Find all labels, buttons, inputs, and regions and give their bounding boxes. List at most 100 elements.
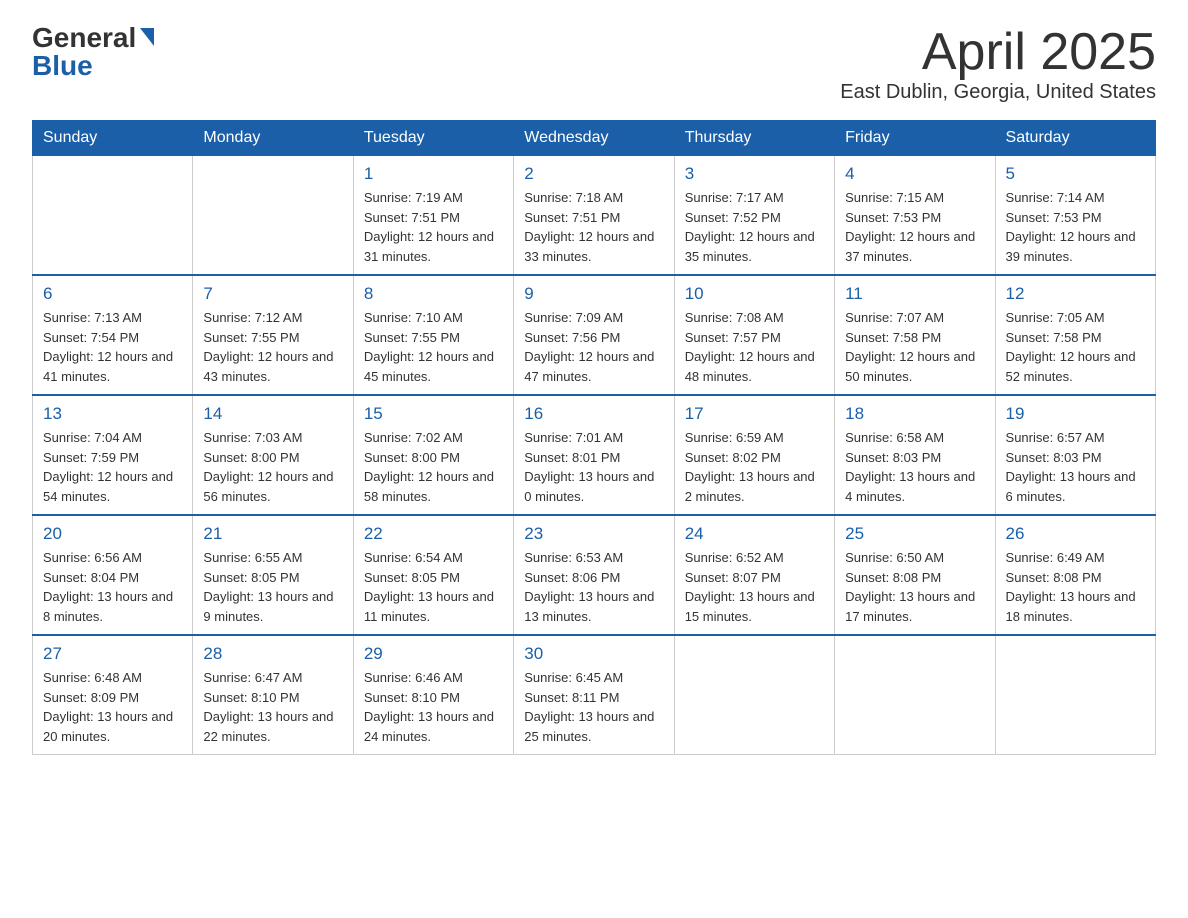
calendar-cell: 14 Sunrise: 7:03 AMSunset: 8:00 PMDayligh… — [193, 395, 353, 515]
calendar-cell — [674, 635, 834, 755]
day-info: Sunrise: 6:58 AMSunset: 8:03 PMDaylight:… — [845, 428, 984, 506]
day-info: Sunrise: 6:57 AMSunset: 8:03 PMDaylight:… — [1006, 428, 1145, 506]
day-info: Sunrise: 7:12 AMSunset: 7:55 PMDaylight:… — [203, 308, 342, 386]
calendar-cell: 8Sunrise: 7:10 AMSunset: 7:55 PMDaylight… — [353, 275, 513, 395]
calendar-header-saturday: Saturday — [995, 121, 1155, 156]
day-info: Sunrise: 6:59 AMSunset: 8:02 PMDaylight:… — [685, 428, 824, 506]
calendar-week-row: 13 Sunrise: 7:04 AMSunset: 7:59 PMDayligh… — [33, 395, 1156, 515]
calendar-cell: 18 Sunrise: 6:58 AMSunset: 8:03 PMDayligh… — [835, 395, 995, 515]
calendar-cell: 10 Sunrise: 7:08 AMSunset: 7:57 PMDayligh… — [674, 275, 834, 395]
day-info: Sunrise: 7:17 AMSunset: 7:52 PMDaylight:… — [685, 188, 824, 266]
calendar-cell — [835, 635, 995, 755]
calendar-cell: 20 Sunrise: 6:56 AMSunset: 8:04 PMDayligh… — [33, 515, 193, 635]
calendar-cell: 26 Sunrise: 6:49 AMSunset: 8:08 PMDayligh… — [995, 515, 1155, 635]
day-info: Sunrise: 6:50 AMSunset: 8:08 PMDaylight:… — [845, 548, 984, 626]
day-number: 26 — [1006, 524, 1145, 544]
day-number: 18 — [845, 404, 984, 424]
day-info: Sunrise: 7:18 AMSunset: 7:51 PMDaylight:… — [524, 188, 663, 266]
day-number: 3 — [685, 164, 824, 184]
calendar-header-sunday: Sunday — [33, 121, 193, 156]
day-number: 28 — [203, 644, 342, 664]
calendar-cell: 6 Sunrise: 7:13 AMSunset: 7:54 PMDaylight… — [33, 275, 193, 395]
day-number: 4 — [845, 164, 984, 184]
day-number: 20 — [43, 524, 182, 544]
day-number: 5 — [1006, 164, 1145, 184]
day-info: Sunrise: 7:13 AMSunset: 7:54 PMDaylight:… — [43, 308, 182, 386]
day-info: Sunrise: 7:02 AMSunset: 8:00 PMDaylight:… — [364, 428, 503, 506]
day-info: Sunrise: 6:52 AMSunset: 8:07 PMDaylight:… — [685, 548, 824, 626]
day-number: 22 — [364, 524, 503, 544]
calendar-cell: 7 Sunrise: 7:12 AMSunset: 7:55 PMDaylight… — [193, 275, 353, 395]
day-info: Sunrise: 6:49 AMSunset: 8:08 PMDaylight:… — [1006, 548, 1145, 626]
logo-general-text: General — [32, 24, 136, 52]
day-number: 12 — [1006, 284, 1145, 304]
day-info: Sunrise: 6:56 AMSunset: 8:04 PMDaylight:… — [43, 548, 182, 626]
day-number: 27 — [43, 644, 182, 664]
calendar-cell: 3 Sunrise: 7:17 AMSunset: 7:52 PMDaylight… — [674, 156, 834, 276]
day-info: Sunrise: 6:53 AMSunset: 8:06 PMDaylight:… — [524, 548, 663, 626]
day-number: 17 — [685, 404, 824, 424]
day-number: 9 — [524, 284, 663, 304]
calendar-cell — [995, 635, 1155, 755]
day-number: 6 — [43, 284, 182, 304]
logo-blue-text: Blue — [32, 52, 93, 80]
day-info: Sunrise: 7:04 AMSunset: 7:59 PMDaylight:… — [43, 428, 182, 506]
calendar-header-friday: Friday — [835, 121, 995, 156]
day-number: 25 — [845, 524, 984, 544]
calendar-cell: 30Sunrise: 6:45 AMSunset: 8:11 PMDayligh… — [514, 635, 674, 755]
day-number: 8 — [364, 284, 503, 304]
day-number: 7 — [203, 284, 342, 304]
day-info: Sunrise: 7:09 AMSunset: 7:56 PMDaylight:… — [524, 308, 663, 386]
day-info: Sunrise: 7:05 AMSunset: 7:58 PMDaylight:… — [1006, 308, 1145, 386]
calendar-cell: 1 Sunrise: 7:19 AMSunset: 7:51 PMDaylight… — [353, 156, 513, 276]
day-number: 2 — [524, 164, 663, 184]
day-info: Sunrise: 7:14 AMSunset: 7:53 PMDaylight:… — [1006, 188, 1145, 266]
day-info: Sunrise: 7:03 AMSunset: 8:00 PMDaylight:… — [203, 428, 342, 506]
day-number: 15 — [364, 404, 503, 424]
day-info: Sunrise: 7:15 AMSunset: 7:53 PMDaylight:… — [845, 188, 984, 266]
calendar-cell: 11Sunrise: 7:07 AMSunset: 7:58 PMDayligh… — [835, 275, 995, 395]
calendar-cell: 15 Sunrise: 7:02 AMSunset: 8:00 PMDayligh… — [353, 395, 513, 515]
calendar-cell: 21Sunrise: 6:55 AMSunset: 8:05 PMDayligh… — [193, 515, 353, 635]
day-number: 13 — [43, 404, 182, 424]
page-subtitle: East Dublin, Georgia, United States — [840, 81, 1156, 104]
calendar-cell: 17 Sunrise: 6:59 AMSunset: 8:02 PMDayligh… — [674, 395, 834, 515]
calendar-cell: 13 Sunrise: 7:04 AMSunset: 7:59 PMDayligh… — [33, 395, 193, 515]
calendar-header-tuesday: Tuesday — [353, 121, 513, 156]
calendar-week-row: 6 Sunrise: 7:13 AMSunset: 7:54 PMDaylight… — [33, 275, 1156, 395]
day-number: 10 — [685, 284, 824, 304]
day-number: 30 — [524, 644, 663, 664]
day-number: 1 — [364, 164, 503, 184]
day-info: Sunrise: 6:55 AMSunset: 8:05 PMDaylight:… — [203, 548, 342, 626]
calendar-week-row: 20 Sunrise: 6:56 AMSunset: 8:04 PMDayligh… — [33, 515, 1156, 635]
day-number: 16 — [524, 404, 663, 424]
page-title: April 2025 — [840, 24, 1156, 81]
calendar-cell: 4 Sunrise: 7:15 AMSunset: 7:53 PMDaylight… — [835, 156, 995, 276]
day-info: Sunrise: 7:19 AMSunset: 7:51 PMDaylight:… — [364, 188, 503, 266]
calendar-header-monday: Monday — [193, 121, 353, 156]
day-info: Sunrise: 6:46 AMSunset: 8:10 PMDaylight:… — [364, 668, 503, 746]
calendar-cell: 19 Sunrise: 6:57 AMSunset: 8:03 PMDayligh… — [995, 395, 1155, 515]
calendar-header-row: SundayMondayTuesdayWednesdayThursdayFrid… — [33, 121, 1156, 156]
calendar-cell — [33, 156, 193, 276]
calendar-cell: 2 Sunrise: 7:18 AMSunset: 7:51 PMDaylight… — [514, 156, 674, 276]
calendar-header-thursday: Thursday — [674, 121, 834, 156]
calendar-cell: 23 Sunrise: 6:53 AMSunset: 8:06 PMDayligh… — [514, 515, 674, 635]
day-number: 19 — [1006, 404, 1145, 424]
calendar-cell: 12 Sunrise: 7:05 AMSunset: 7:58 PMDayligh… — [995, 275, 1155, 395]
calendar-cell: 5 Sunrise: 7:14 AMSunset: 7:53 PMDaylight… — [995, 156, 1155, 276]
calendar-cell: 27Sunrise: 6:48 AMSunset: 8:09 PMDayligh… — [33, 635, 193, 755]
calendar-cell: 22 Sunrise: 6:54 AMSunset: 8:05 PMDayligh… — [353, 515, 513, 635]
day-number: 24 — [685, 524, 824, 544]
calendar-week-row: 1 Sunrise: 7:19 AMSunset: 7:51 PMDaylight… — [33, 156, 1156, 276]
calendar-table: SundayMondayTuesdayWednesdayThursdayFrid… — [32, 120, 1156, 755]
day-number: 14 — [203, 404, 342, 424]
day-info: Sunrise: 6:54 AMSunset: 8:05 PMDaylight:… — [364, 548, 503, 626]
calendar-cell: 9 Sunrise: 7:09 AMSunset: 7:56 PMDaylight… — [514, 275, 674, 395]
calendar-cell: 25 Sunrise: 6:50 AMSunset: 8:08 PMDayligh… — [835, 515, 995, 635]
calendar-cell: 29Sunrise: 6:46 AMSunset: 8:10 PMDayligh… — [353, 635, 513, 755]
day-number: 23 — [524, 524, 663, 544]
calendar-week-row: 27Sunrise: 6:48 AMSunset: 8:09 PMDayligh… — [33, 635, 1156, 755]
day-info: Sunrise: 7:08 AMSunset: 7:57 PMDaylight:… — [685, 308, 824, 386]
logo-triangle-icon — [140, 28, 154, 46]
